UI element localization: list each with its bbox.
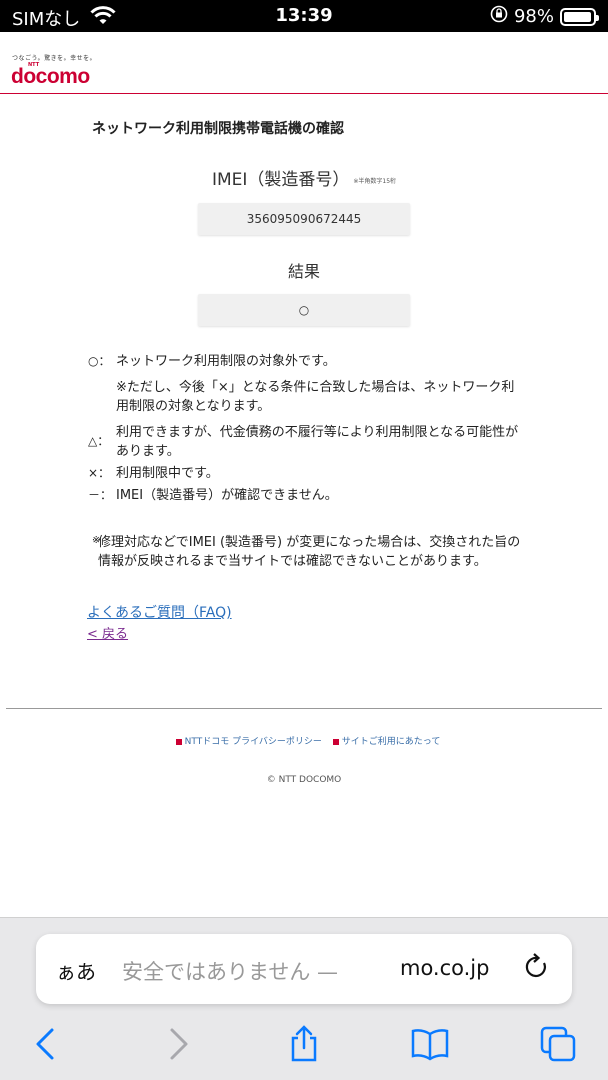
insecure-label: 安全ではありません — [122, 960, 339, 984]
imei-label-text: IMEI（製造番号） [211, 170, 350, 190]
legend-symbol: △： [88, 434, 110, 448]
reload-icon[interactable] [520, 950, 554, 984]
copyright: © NTT DOCOMO [266, 775, 342, 785]
legend-text: IMEI（製造番号）が確認できません。 [116, 488, 338, 503]
legend-text: 利用できますが、代金債務の不履行等により利用制限となる可能性があります。 [116, 425, 519, 459]
reader-options-button[interactable]: ぁあ [56, 956, 96, 985]
orientation-lock-icon [490, 5, 508, 28]
legend-symbol: ○： [88, 354, 111, 368]
bullet-icon [175, 738, 182, 745]
back-link[interactable]: < 戻る [87, 623, 128, 642]
address-bar[interactable]: ぁあ 安全ではありません — mo.co.jp [36, 934, 572, 1004]
url-text[interactable]: mo.co.jp [400, 956, 489, 980]
imei-label: IMEI（製造番号） ※半角数字15桁 [0, 165, 608, 190]
legend-item: ※ただし、今後「×」となる条件に合致した場合は、ネットワーク利用制限の対象となり… [88, 378, 528, 418]
note-star: ※ [92, 535, 101, 546]
result-value-field: ○ [198, 294, 410, 326]
forward-chevron-icon[interactable] [158, 1024, 198, 1064]
bullet-icon [332, 738, 339, 745]
battery-icon [560, 7, 599, 26]
legend-item: ○： ネットワーク利用制限の対象外です。 [88, 352, 528, 372]
legend-text: ネットワーク利用制限の対象外です。 [116, 354, 336, 369]
imei-note: ※半角数字15桁 [353, 177, 397, 185]
brand-tagline: つなごう。驚きを。幸せを。 [12, 55, 97, 62]
faq-link[interactable]: よくあるご質問（FAQ) [87, 602, 232, 622]
tabs-icon[interactable] [538, 1024, 578, 1064]
battery-fill [564, 11, 592, 22]
legend-text: ※ただし、今後「×」となる条件に合致した場合は、ネットワーク利用制限の対象となり… [116, 380, 515, 414]
browser-toolbar [0, 1024, 608, 1064]
imei-value-field: 356095090672445 [198, 203, 410, 235]
legend-item: －： IMEI（製造番号）が確認できません。 [88, 486, 528, 506]
result-label: 結果 [287, 262, 320, 281]
legend-item: △： 利用できますが、代金債務の不履行等により利用制限となる可能性があります。 [88, 423, 528, 463]
site-header: つなごう。驚きを。幸せを。 NTT docomo [0, 32, 608, 94]
note-text: 修理対応などでIMEI (製造番号) が変更になった場合は、交換された旨の情報が… [98, 535, 521, 569]
terms-link[interactable]: サイトご利用にあたって [342, 737, 441, 747]
browser-bottom-bar: ぁあ 安全ではありません — mo.co.jp [0, 917, 608, 1080]
legend-symbol: －： [88, 488, 113, 502]
status-bar: SIMなし 13:39 98% [0, 0, 608, 32]
back-chevron-icon[interactable] [26, 1024, 66, 1064]
privacy-policy-link[interactable]: NTTドコモ プライバシーポリシー [185, 737, 322, 747]
footer-links: NTTドコモ プライバシーポリシー サイトご利用にあたって [0, 734, 608, 747]
legend-text: 利用制限中です。 [116, 466, 219, 481]
page-title: ネットワーク利用制限携帯電話機の確認 [92, 121, 344, 137]
repair-note: ※ 修理対応などでIMEI (製造番号) が変更になった場合は、交換された旨の情… [92, 533, 524, 571]
docomo-logo[interactable]: docomo [11, 65, 90, 89]
bookmarks-icon[interactable] [410, 1024, 450, 1064]
share-icon[interactable] [284, 1024, 324, 1064]
divider [6, 708, 602, 709]
legend-symbol: ×： [88, 466, 111, 480]
battery-percent: 98% [513, 6, 554, 27]
legend-item: ×： 利用制限中です。 [88, 464, 528, 484]
